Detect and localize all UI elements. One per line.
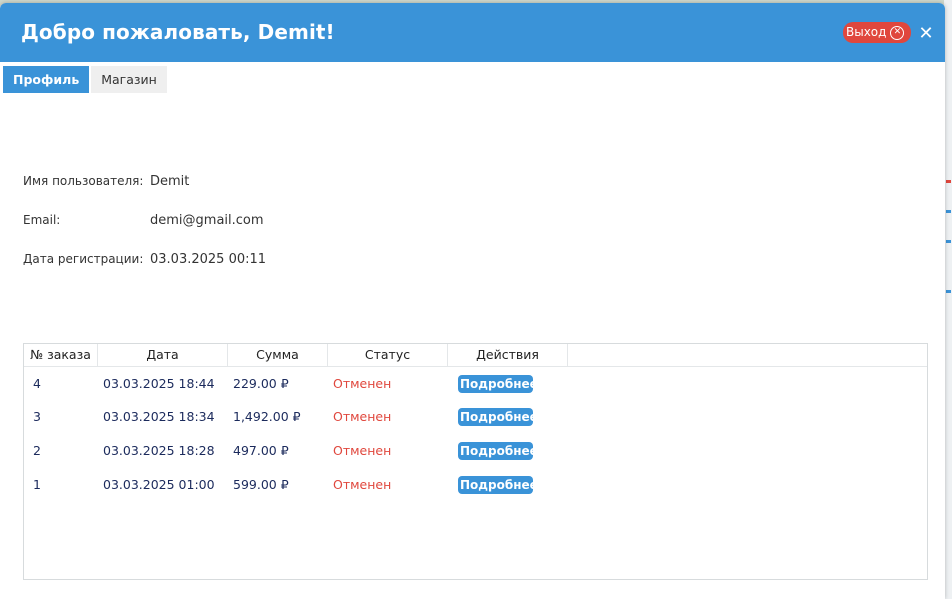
background-window-edge (944, 0, 952, 599)
order-status: Отменен (333, 376, 392, 391)
table-row[interactable]: 3 03.03.2025 18:34 1,492.00 ₽ Отменен По… (24, 405, 927, 429)
details-button[interactable]: Подробнее (458, 442, 538, 460)
modal-header: Добро пожаловать, Demit! Выход ✕ ✕ (0, 3, 945, 62)
order-id: 4 (33, 376, 41, 391)
background-mark (946, 240, 951, 243)
order-status: Отменен (333, 443, 392, 458)
regdate-value: 03.03.2025 00:11 (150, 252, 267, 267)
column-header-order-id[interactable]: № заказа (24, 344, 98, 366)
order-sum: 497.00 ₽ (233, 443, 289, 458)
details-button[interactable]: Подробнее (458, 476, 538, 494)
order-id: 3 (33, 409, 41, 424)
order-date: 03.03.2025 18:44 (103, 376, 215, 391)
close-icon[interactable]: ✕ (917, 25, 935, 43)
tab-bar: Профиль Магазин (3, 66, 167, 93)
background-mark (946, 290, 951, 293)
orders-table: № заказа Дата Сумма Статус Действия 4 03… (23, 343, 928, 580)
order-sum: 229.00 ₽ (233, 376, 289, 391)
close-circle-icon: ✕ (890, 25, 905, 40)
table-row[interactable]: 2 03.03.2025 18:28 497.00 ₽ Отменен Подр… (24, 439, 927, 463)
order-status: Отменен (333, 409, 392, 424)
order-sum: 599.00 ₽ (233, 477, 289, 492)
order-id: 1 (33, 477, 41, 492)
order-date: 03.03.2025 01:00 (103, 477, 215, 492)
username-label: Имя пользователя: (23, 174, 144, 188)
column-header-sum[interactable]: Сумма (228, 344, 328, 366)
background-mark (946, 210, 951, 213)
order-status: Отменен (333, 477, 392, 492)
orders-table-header: № заказа Дата Сумма Статус Действия (24, 344, 927, 367)
email-label: Email: (23, 213, 61, 227)
details-button[interactable]: Подробнее (458, 375, 538, 393)
column-header-actions[interactable]: Действия (448, 344, 568, 366)
email-value: demi@gmail.com (150, 213, 264, 228)
details-button[interactable]: Подробнее (458, 408, 538, 426)
profile-modal: Добро пожаловать, Demit! Выход ✕ ✕ Профи… (0, 3, 945, 599)
order-date: 03.03.2025 18:28 (103, 443, 215, 458)
logout-button[interactable]: Выход ✕ (843, 22, 912, 43)
order-date: 03.03.2025 18:34 (103, 409, 215, 424)
order-id: 2 (33, 443, 41, 458)
tab-profile[interactable]: Профиль (3, 66, 90, 93)
column-header-status[interactable]: Статус (328, 344, 448, 366)
username-value: Demit (150, 174, 190, 189)
regdate-label: Дата регистрации: (23, 252, 144, 266)
welcome-title: Добро пожаловать, Demit! (21, 20, 335, 44)
logout-label: Выход (846, 25, 887, 39)
table-row[interactable]: 1 03.03.2025 01:00 599.00 ₽ Отменен Подр… (24, 473, 927, 497)
column-header-date[interactable]: Дата (98, 344, 228, 366)
tab-shop[interactable]: Магазин (91, 66, 167, 93)
table-row[interactable]: 4 03.03.2025 18:44 229.00 ₽ Отменен Подр… (24, 372, 927, 396)
order-sum: 1,492.00 ₽ (233, 409, 301, 424)
background-mark (946, 180, 951, 183)
